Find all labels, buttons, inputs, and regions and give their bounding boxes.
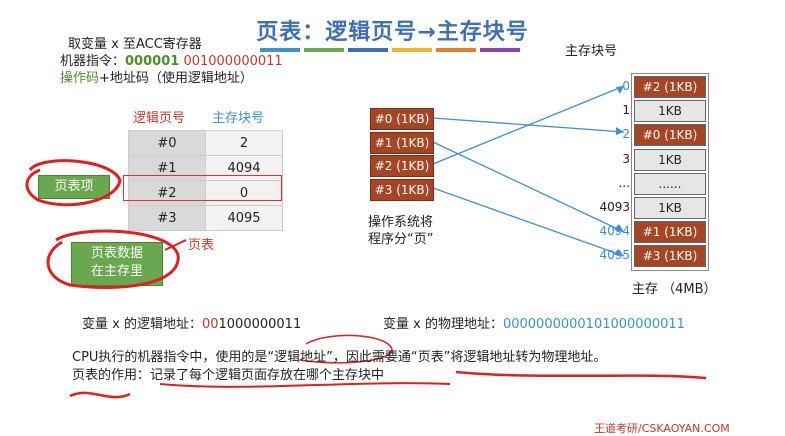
paragraph-line-2: 页表的作用：记录了每个逻辑页面存放在哪个主存块中 (72, 368, 385, 383)
mapping-arrow (432, 85, 625, 165)
logical-address-rest: 1000000011 (218, 317, 302, 332)
memory-block-label: 2 (622, 127, 630, 142)
circle-annotation (25, 159, 122, 207)
memory-block-cell: 1KB (634, 148, 706, 171)
logical-page-2: #2 (1KB) (370, 155, 434, 177)
mapping-arrow (432, 187, 625, 257)
os-paging-note: 操作系统将 程序分“页” (368, 214, 433, 248)
memory-block-label: 0 (622, 79, 630, 93)
memory-block-cell: #1 (1KB) (634, 221, 706, 244)
memory-caption: 主存 （4MB） (632, 282, 717, 297)
memory-block-cell: #3 (1KB) (634, 245, 706, 268)
memory-block-cell: 1KB (634, 100, 706, 123)
memory-block-label: 1 (622, 103, 630, 118)
footer-brand: 王道考研/CSKAOYAN.COM (594, 422, 730, 435)
memory-block-label: 4094 (599, 224, 630, 239)
memory-block-cell: 1KB (634, 197, 706, 219)
explanation-paragraph: CPU执行的机器指令中，使用的是“逻辑地址”，因此需要通“页表”将逻辑地址转为物… (72, 349, 772, 385)
physical-address-line: 变量 x 的物理地址：0000000000101000000011 (383, 313, 685, 332)
memory-block-label: 4095 (599, 248, 630, 263)
paragraph-line-1: CPU执行的机器指令中，使用的是“逻辑地址”，因此需要通“页表”将逻辑地址转为物… (72, 350, 607, 365)
logical-page-3: #3 (1KB) (370, 179, 434, 201)
memory-block-label: 4093 (599, 200, 630, 214)
memory-block-cell: ...... (634, 172, 706, 195)
os-note-line-1: 操作系统将 (368, 215, 434, 230)
memory-block-header: 主存块号 (565, 44, 618, 59)
logical-address-line: 变量 x 的逻辑地址：001000000011 (82, 313, 301, 332)
logical-page-1: #1 (1KB) (370, 132, 434, 154)
underline-annotation (69, 391, 131, 399)
logical-address-prefix: 00 (201, 317, 219, 332)
physical-address-label: 变量 x 的物理地址： (383, 317, 503, 332)
logical-address-label: 变量 x 的逻辑地址： (82, 317, 202, 332)
circle-annotation (46, 229, 180, 289)
memory-block-cell: #0 (1KB) (634, 124, 706, 147)
os-note-line-2: 程序分“页” (368, 232, 434, 247)
physical-address-value: 0000000000101000000011 (502, 317, 685, 332)
memory-block-cell: #2 (1KB) (634, 76, 706, 98)
memory-block-label: ... (618, 175, 630, 190)
logical-page-0: #0 (1KB) (370, 108, 434, 130)
memory-block-label: 3 (622, 151, 630, 166)
